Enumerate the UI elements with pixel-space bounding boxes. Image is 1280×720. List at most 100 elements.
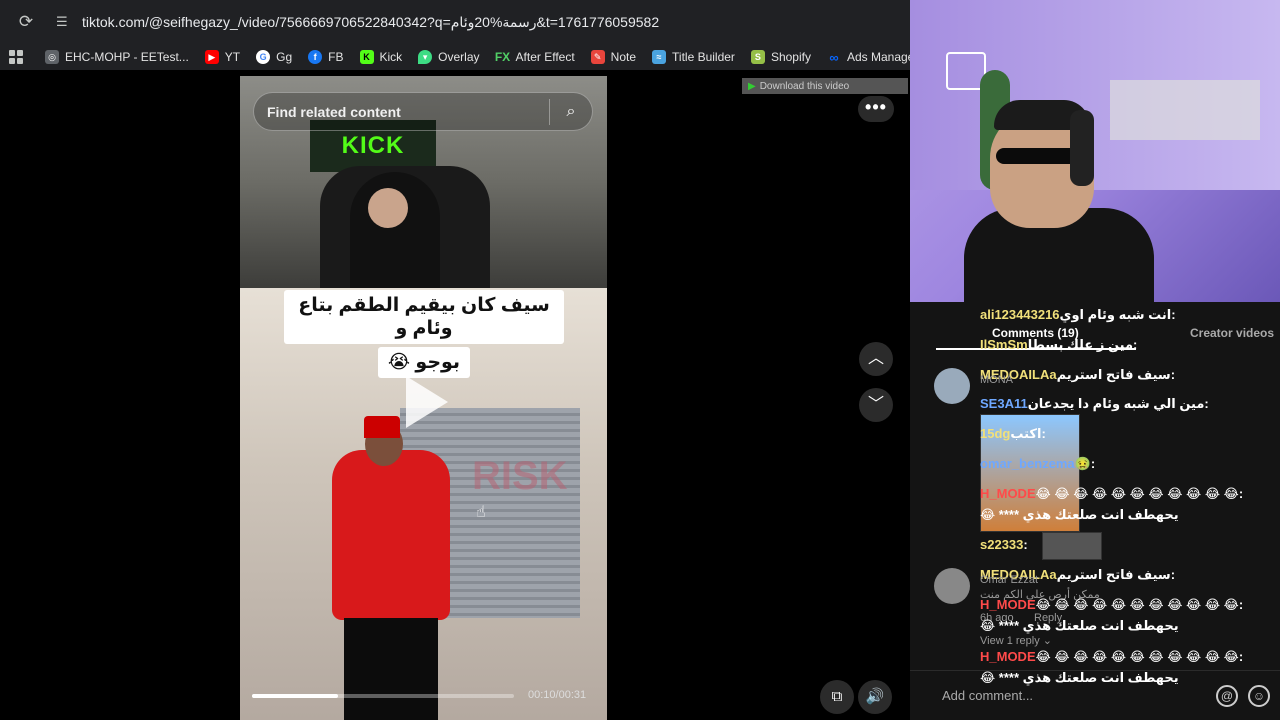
facebook-icon: f xyxy=(308,50,323,64)
view-replies-link[interactable]: View 1 reply ⌄ xyxy=(980,634,1052,647)
search-input[interactable]: Find related content xyxy=(254,104,549,120)
creator-videos-tab[interactable]: Creator videos xyxy=(1190,326,1274,340)
bookmark-title-builder[interactable]: ≈ Title Builder xyxy=(652,50,735,64)
caption-line-1: سيف كان بيقيم الطقم بتاع وئام و xyxy=(284,290,564,344)
play-icon[interactable] xyxy=(406,376,448,428)
emoji-icon[interactable]: ☺ xyxy=(1248,684,1270,707)
globe-icon: ◎ xyxy=(45,50,59,64)
chat-message: H_MODE :😂 😂 😂 😂 😂 😂 😂 😂 😂 😂 😂 xyxy=(980,486,1247,501)
caption-line-2: بوجو 😭 xyxy=(377,347,471,378)
chat-text: انت شبه وئام اوي xyxy=(1059,307,1172,322)
picture-in-picture-icon: ⧉ xyxy=(831,688,843,705)
dancing-clip-bottom: سيف كان بيقيم الطقم بتاع وئام و بوجو 😭 R… xyxy=(240,288,607,720)
chat-message: H_MODE :😂 😂 😂 😂 😂 😂 😂 😂 😂 😂 😂 xyxy=(980,597,1247,612)
chat-username: H_MODE xyxy=(980,486,1036,501)
youtube-icon: ▶ xyxy=(204,50,219,64)
bookmark-label: FB xyxy=(328,50,344,64)
chat-username: ali123443216 xyxy=(980,307,1060,322)
download-label: Download this video xyxy=(759,80,850,92)
find-related-search[interactable]: Find related content ⌕ xyxy=(253,92,593,131)
note-icon: ✎ xyxy=(590,50,605,64)
dancer-body xyxy=(332,450,450,620)
download-icon: ▶ xyxy=(748,80,756,92)
comments-chat-panel: ali123443216 :انت شبه وئام اوي Comments … xyxy=(910,302,1280,720)
video-caption: سيف كان بيقيم الطقم بتاع وئام و بوجو 😭 xyxy=(284,290,564,381)
chat-message: ali123443216 :انت شبه وئام اوي xyxy=(980,307,1180,322)
chat-text: مين الي شبه وئام دا يجدعان xyxy=(1027,396,1205,411)
bookmark-fb[interactable]: f FB xyxy=(308,50,344,64)
chat-username: SE3A11 xyxy=(980,396,1028,411)
chat-message: يحهطف انت صلعتك هذي **** 😂 xyxy=(980,670,1179,686)
add-comment-input[interactable]: Add comment... xyxy=(942,688,1216,703)
apps-grid-icon[interactable] xyxy=(9,50,23,64)
avatar[interactable] xyxy=(934,568,970,604)
google-icon: G xyxy=(256,50,271,64)
progress-fill xyxy=(252,694,339,698)
chat-message: s22333 : xyxy=(980,537,1032,552)
video-progress-bar[interactable] xyxy=(252,694,514,698)
chat-text: مين ز علك بسطا xyxy=(1027,337,1134,352)
shopify-icon: S xyxy=(750,50,765,64)
dancer-fez xyxy=(364,416,400,438)
screen: ⟳ ☰ tiktok.com/@seifhegazy_/video/756666… xyxy=(0,0,1280,720)
bookmark-label: After Effect xyxy=(515,50,575,64)
chat-username: omar_benzema xyxy=(980,456,1075,471)
bookmarks-bar: ◎ EHC-MOHP - EETest... ▶ YT G Gg f FB K Kick … xyxy=(0,44,910,70)
chat-message: IlSmSm :مين ز علك بسطا xyxy=(980,337,1141,352)
room-shelf xyxy=(1110,80,1260,140)
webcam-overlay xyxy=(910,0,1280,302)
bookmark-yt[interactable]: ▶ YT xyxy=(204,50,240,64)
bookmark-shopify[interactable]: S Shopify xyxy=(750,50,811,64)
reload-icon[interactable]: ⟳ xyxy=(16,12,36,32)
bookmark-ehc[interactable]: ◎ EHC-MOHP - EETest... xyxy=(45,50,189,64)
more-options-icon[interactable]: ••• xyxy=(858,96,894,122)
streamer-headset xyxy=(1070,110,1094,186)
video-time: 00:10/00:31 xyxy=(528,689,587,701)
download-video-button[interactable]: ▶ Download this video xyxy=(742,78,908,94)
mention-icon[interactable]: @ xyxy=(1216,684,1238,707)
tiktok-page: KICK سيف كان بيقيم الطقم بتاع وئام و بوج… xyxy=(0,70,910,720)
chat-text: يحهطف انت صلعتك هذي **** 😂 xyxy=(980,618,1179,633)
chat-text: سيف فاتح استريم xyxy=(1056,367,1171,382)
comment-sticker xyxy=(1042,532,1102,560)
title-builder-icon: ≈ xyxy=(652,50,667,64)
view-reply-label: View 1 reply xyxy=(980,635,1040,647)
chat-username: s22333 xyxy=(980,537,1024,552)
chat-text: اكتب xyxy=(1010,426,1042,441)
bookmark-note[interactable]: ✎ Note xyxy=(590,50,637,64)
bookmark-label: Ads Manager xyxy=(846,50,910,64)
bookmark-after-effect[interactable]: FX After Effect xyxy=(495,50,575,64)
next-video-button[interactable]: ﹀ xyxy=(859,388,893,422)
video-player[interactable]: KICK سيف كان بيقيم الطقم بتاع وئام و بوج… xyxy=(240,76,607,720)
bookmark-label: Kick xyxy=(379,50,403,64)
bookmark-gg[interactable]: G Gg xyxy=(256,50,292,64)
bookmark-ads-manager[interactable]: ∞ Ads Manager xyxy=(827,49,910,65)
chat-message: H_MODE :😂 😂 😂 😂 😂 😂 😂 😂 😂 😂 😂 xyxy=(980,649,1247,664)
avatar[interactable] xyxy=(934,368,970,404)
chat-text: يحهطف انت صلعتك هذي **** 😂 xyxy=(980,670,1179,685)
kick-icon: K xyxy=(359,50,374,64)
chat-username: 15dg xyxy=(980,426,1011,441)
volume-button[interactable]: 🔊 xyxy=(858,680,892,714)
chat-message: يحهطف انت صلعتك هذي **** 😂 xyxy=(980,507,1179,523)
pip-button[interactable]: ⧉ xyxy=(820,680,854,714)
bookmark-label: Note xyxy=(610,50,637,64)
mouse-cursor-icon: ☝ xyxy=(476,504,486,521)
streamer-sunglasses xyxy=(996,148,1078,164)
address-bar-row: ⟳ ☰ tiktok.com/@seifhegazy_/video/756666… xyxy=(0,0,910,44)
previous-video-button[interactable]: ︿ xyxy=(859,342,893,376)
site-info-icon[interactable]: ☰ xyxy=(56,14,72,30)
dancer-legs xyxy=(344,618,438,720)
chat-message: 15dg :اكتب xyxy=(980,426,1050,441)
bookmark-kick[interactable]: K Kick xyxy=(359,50,403,64)
bookmark-label: Overlay xyxy=(438,50,480,64)
bookmark-label: Gg xyxy=(276,50,293,64)
url-field[interactable]: tiktok.com/@seifhegazy_/video/7566669706… xyxy=(82,14,659,31)
bookmark-overlay[interactable]: ▾ Overlay xyxy=(418,50,480,64)
search-icon[interactable]: ⌕ xyxy=(550,103,592,121)
meta-icon: ∞ xyxy=(829,49,839,65)
chat-username: H_MODE xyxy=(980,649,1036,664)
person-face xyxy=(368,188,408,228)
bookmark-label: EHC-MOHP - EETest... xyxy=(65,50,189,64)
chevron-down-icon: ﹀ xyxy=(867,396,884,413)
